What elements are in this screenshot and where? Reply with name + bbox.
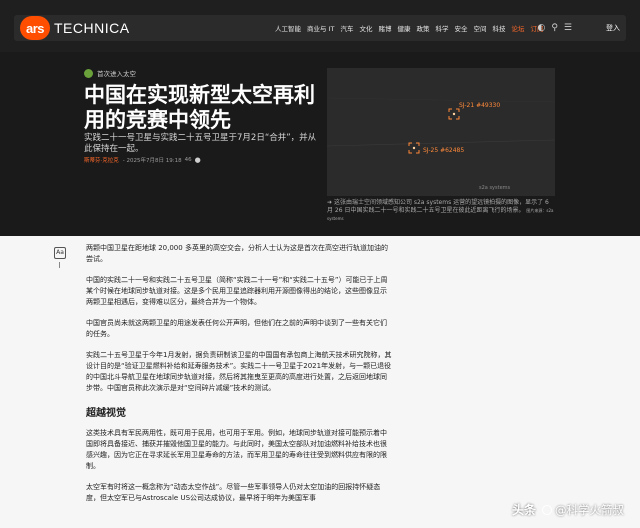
watermark-handle: @科学火箭叔: [555, 502, 624, 517]
nav-item-gaming[interactable]: 赌博: [378, 23, 391, 33]
category-icon: [84, 68, 93, 78]
nav-item-health[interactable]: 健康: [397, 23, 410, 33]
article-subtitle: 实践二十一号卫星与实践二十五号卫星于7月2日“合并”，并从此保持在一起。: [84, 133, 317, 154]
paragraph-1: 两颗中国卫星在距地球 20,000 多英里的高空交会，分析人士认为这是首次在高空…: [86, 244, 388, 263]
category-label: 首次进入太空: [97, 70, 136, 78]
article-title: 中国在实现新型太空再利用的竞赛中领先: [84, 83, 315, 132]
image-watermark: s2a systems: [479, 185, 511, 191]
hero-image[interactable]: SJ-21 #49330 SJ-25 #62485 s2a systems: [327, 68, 555, 196]
top-bar: ars TECHNICA 人工智能 商业与 IT 汽车 文化 赌博 健康 政策 …: [0, 0, 640, 52]
paragraph-6: 太空军有时将这一概念称为“动态太空作战”。尽管一些军事领导人仍对太空加油的回报持…: [86, 483, 381, 502]
dark-mode-icon[interactable]: ◐: [537, 22, 545, 34]
nav-item-ai[interactable]: 人工智能: [275, 23, 301, 33]
sat-label-sj21: SJ-21 #49330: [459, 102, 501, 109]
nav-item-business-it[interactable]: 商业与 IT: [307, 23, 334, 33]
nav-item-forum[interactable]: 论坛: [511, 23, 524, 33]
login-link[interactable]: 登入: [606, 15, 620, 41]
text-settings-icon[interactable]: Aa: [54, 247, 66, 259]
comment-icon[interactable]: ●: [195, 156, 201, 164]
satellite-image-graphic: [327, 68, 555, 196]
paragraph-4: 实践二十五号卫星于今年1月发射，据负责研制该卫星的中国国有承包商上海航天技术研究…: [86, 351, 392, 392]
logo-ars: ars: [20, 16, 50, 40]
comment-count[interactable]: 46: [185, 157, 192, 163]
page: ars TECHNICA 人工智能 商业与 IT 汽车 文化 赌博 健康 政策 …: [0, 0, 640, 528]
category-tag[interactable]: 首次进入太空: [84, 68, 136, 78]
text-settings-divider: [59, 262, 60, 268]
nav-item-cars[interactable]: 汽车: [340, 23, 353, 33]
nav-item-security[interactable]: 安全: [454, 23, 467, 33]
source-watermark: 头条 @科学火箭叔: [512, 501, 624, 518]
search-icon[interactable]: ⚲: [551, 22, 558, 34]
nav-item-policy[interactable]: 政策: [416, 23, 429, 33]
nav-item-culture[interactable]: 文化: [359, 23, 372, 33]
article-hero: 首次进入太空 中国在实现新型太空再利用的竞赛中领先 实践二十一号卫星与实践二十五…: [0, 52, 640, 236]
nav-menu: 人工智能 商业与 IT 汽车 文化 赌博 健康 政策 科学 安全 空间 科技 论…: [275, 15, 549, 41]
paragraph-5: 这类技术具有军民两用性，既可用于民用，也可用于军用。例如，地球同步轨道对接可能预…: [86, 429, 387, 470]
watermark-logo: 头条: [511, 503, 536, 517]
article-content: 两颗中国卫星在距地球 20,000 多英里的高空交会，分析人士认为这是首次在高空…: [86, 243, 392, 514]
paragraph-2: 中国的实践二十一号和实践二十五号卫星（简称“实践二十一号”和“实践二十五号”）可…: [86, 276, 388, 306]
site-logo[interactable]: ars TECHNICA: [20, 16, 130, 40]
caption-arrow-icon: ➜: [327, 199, 333, 206]
author-link[interactable]: 斯蒂芬·克拉克: [84, 156, 119, 164]
caption-text: 这张由瑞士空间领域感知公司 s2a systems 运营的望远镜拍摄的图像，显示…: [327, 199, 549, 214]
nav-icons: ◐ ⚲ ☰: [531, 22, 572, 34]
logo-technica: TECHNICA: [54, 20, 130, 36]
main-nav: ars TECHNICA 人工智能 商业与 IT 汽车 文化 赌博 健康 政策 …: [14, 15, 626, 41]
section-heading: 超越视觉: [86, 408, 126, 419]
article-body: Aa 两颗中国卫星在距地球 20,000 多英里的高空交会，分析人士认为这是首次…: [0, 236, 640, 528]
nav-item-tech[interactable]: 科技: [492, 23, 505, 33]
menu-icon[interactable]: ☰: [564, 22, 572, 34]
nav-item-space[interactable]: 空间: [473, 23, 486, 33]
nav-item-science[interactable]: 科学: [435, 23, 448, 33]
image-caption: ➜ 这张由瑞士空间领域感知公司 s2a systems 运营的望远镜拍摄的图像，…: [327, 199, 555, 223]
paragraph-3: 中国官员尚未就这两颗卫星的用途发表任何公开声明，但他们在之前的声明中谈到了一些有…: [86, 319, 387, 338]
byline: 斯蒂芬·克拉克 - 2025年7月8日 19:18 46 ●: [84, 156, 201, 164]
sat-label-sj25: SJ-25 #62485: [423, 147, 465, 154]
watermark-icon: [542, 504, 552, 515]
publish-date: - 2025年7月8日 19:18: [122, 158, 182, 164]
